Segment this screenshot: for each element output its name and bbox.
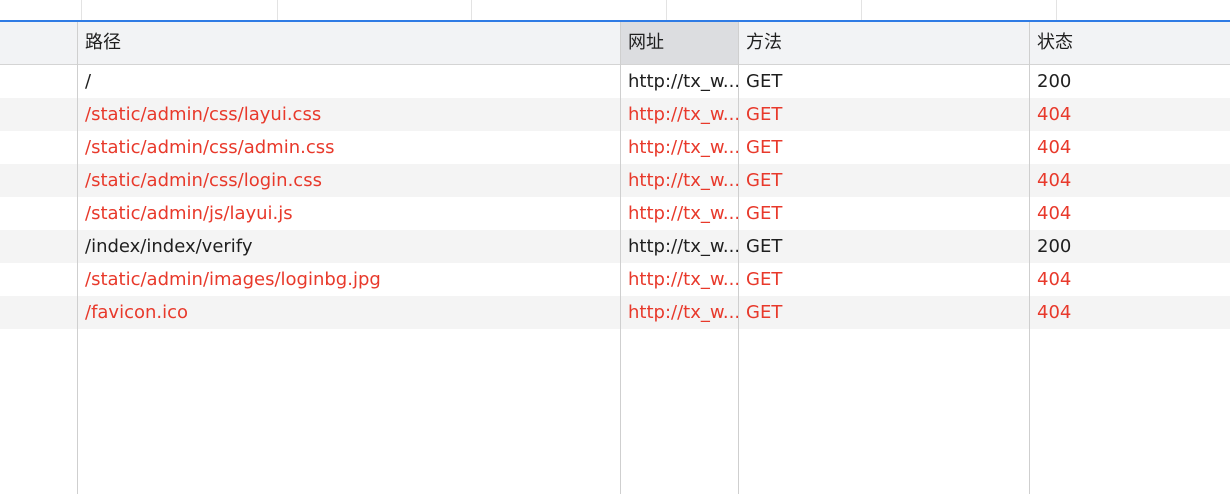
- table-row[interactable]: /favicon.ico http://tx_w... GET 404: [0, 296, 1230, 329]
- cell-path: /index/index/verify: [85, 236, 253, 257]
- cell-status: 404: [1037, 137, 1072, 158]
- toolbar-divider: [277, 0, 278, 20]
- cell-url: http://tx_w...: [628, 137, 739, 158]
- column-header-path[interactable]: 路径: [78, 22, 621, 64]
- cell-path: /favicon.ico: [85, 302, 189, 323]
- toolbar-divider: [666, 0, 667, 20]
- column-header-method[interactable]: 方法: [739, 22, 1030, 64]
- column-divider[interactable]: [1029, 22, 1030, 494]
- column-header-blank[interactable]: [0, 22, 78, 64]
- network-request-table: 路径 网址 方法 状态 / http://tx_w... GET 200/static…: [0, 0, 1230, 494]
- cell-status: 200: [1037, 236, 1072, 257]
- toolbar-divider: [861, 0, 862, 20]
- column-header-url[interactable]: 网址: [621, 22, 739, 64]
- cell-method: GET: [746, 170, 783, 191]
- cell-url: http://tx_w...: [628, 269, 739, 290]
- column-divider[interactable]: [620, 22, 621, 494]
- table-row[interactable]: /static/admin/css/layui.css http://tx_w..…: [0, 98, 1230, 131]
- cell-blank: [0, 230, 78, 263]
- column-divider[interactable]: [738, 22, 739, 494]
- cell-path: /static/admin/css/admin.css: [85, 137, 335, 158]
- cell-status: 404: [1037, 203, 1072, 224]
- cell-method: GET: [746, 236, 783, 257]
- cell-url: http://tx_w...: [628, 236, 739, 257]
- cell-url: http://tx_w...: [628, 302, 739, 323]
- cell-url: http://tx_w...: [628, 71, 739, 92]
- top-toolbar-strip: [0, 0, 1230, 22]
- cell-url: http://tx_w...: [628, 170, 739, 191]
- table-row[interactable]: / http://tx_w... GET 200: [0, 65, 1230, 98]
- cell-method: GET: [746, 302, 783, 323]
- cell-blank: [0, 98, 78, 131]
- toolbar-divider: [81, 0, 82, 20]
- toolbar-divider: [1056, 0, 1057, 20]
- cell-path: /static/admin/css/login.css: [85, 170, 322, 191]
- column-divider[interactable]: [77, 22, 78, 494]
- cell-url: http://tx_w...: [628, 203, 739, 224]
- table-header: 路径 网址 方法 状态: [0, 22, 1230, 65]
- cell-method: GET: [746, 104, 783, 125]
- cell-method: GET: [746, 203, 783, 224]
- cell-status: 200: [1037, 71, 1072, 92]
- cell-url: http://tx_w...: [628, 104, 739, 125]
- table-row[interactable]: /index/index/verify http://tx_w... GET 200: [0, 230, 1230, 263]
- cell-blank: [0, 197, 78, 230]
- cell-path: /static/admin/js/layui.js: [85, 203, 293, 224]
- toolbar-divider: [471, 0, 472, 20]
- cell-path: /: [85, 71, 92, 92]
- cell-blank: [0, 263, 78, 296]
- cell-method: GET: [746, 71, 783, 92]
- cell-blank: [0, 131, 78, 164]
- cell-path: /static/admin/images/loginbg.jpg: [85, 269, 381, 290]
- table-row[interactable]: /static/admin/images/loginbg.jpg http://t…: [0, 263, 1230, 296]
- cell-status: 404: [1037, 170, 1072, 191]
- cell-blank: [0, 296, 78, 329]
- cell-blank: [0, 65, 78, 98]
- cell-status: 404: [1037, 302, 1072, 323]
- cell-status: 404: [1037, 104, 1072, 125]
- cell-method: GET: [746, 269, 783, 290]
- table-row[interactable]: /static/admin/js/layui.js http://tx_w... G…: [0, 197, 1230, 230]
- column-header-status[interactable]: 状态: [1030, 22, 1230, 64]
- cell-path: /static/admin/css/layui.css: [85, 104, 322, 125]
- table-row[interactable]: /static/admin/css/admin.css http://tx_w..…: [0, 131, 1230, 164]
- cell-status: 404: [1037, 269, 1072, 290]
- cell-blank: [0, 164, 78, 197]
- table-row[interactable]: /static/admin/css/login.css http://tx_w..…: [0, 164, 1230, 197]
- cell-method: GET: [746, 137, 783, 158]
